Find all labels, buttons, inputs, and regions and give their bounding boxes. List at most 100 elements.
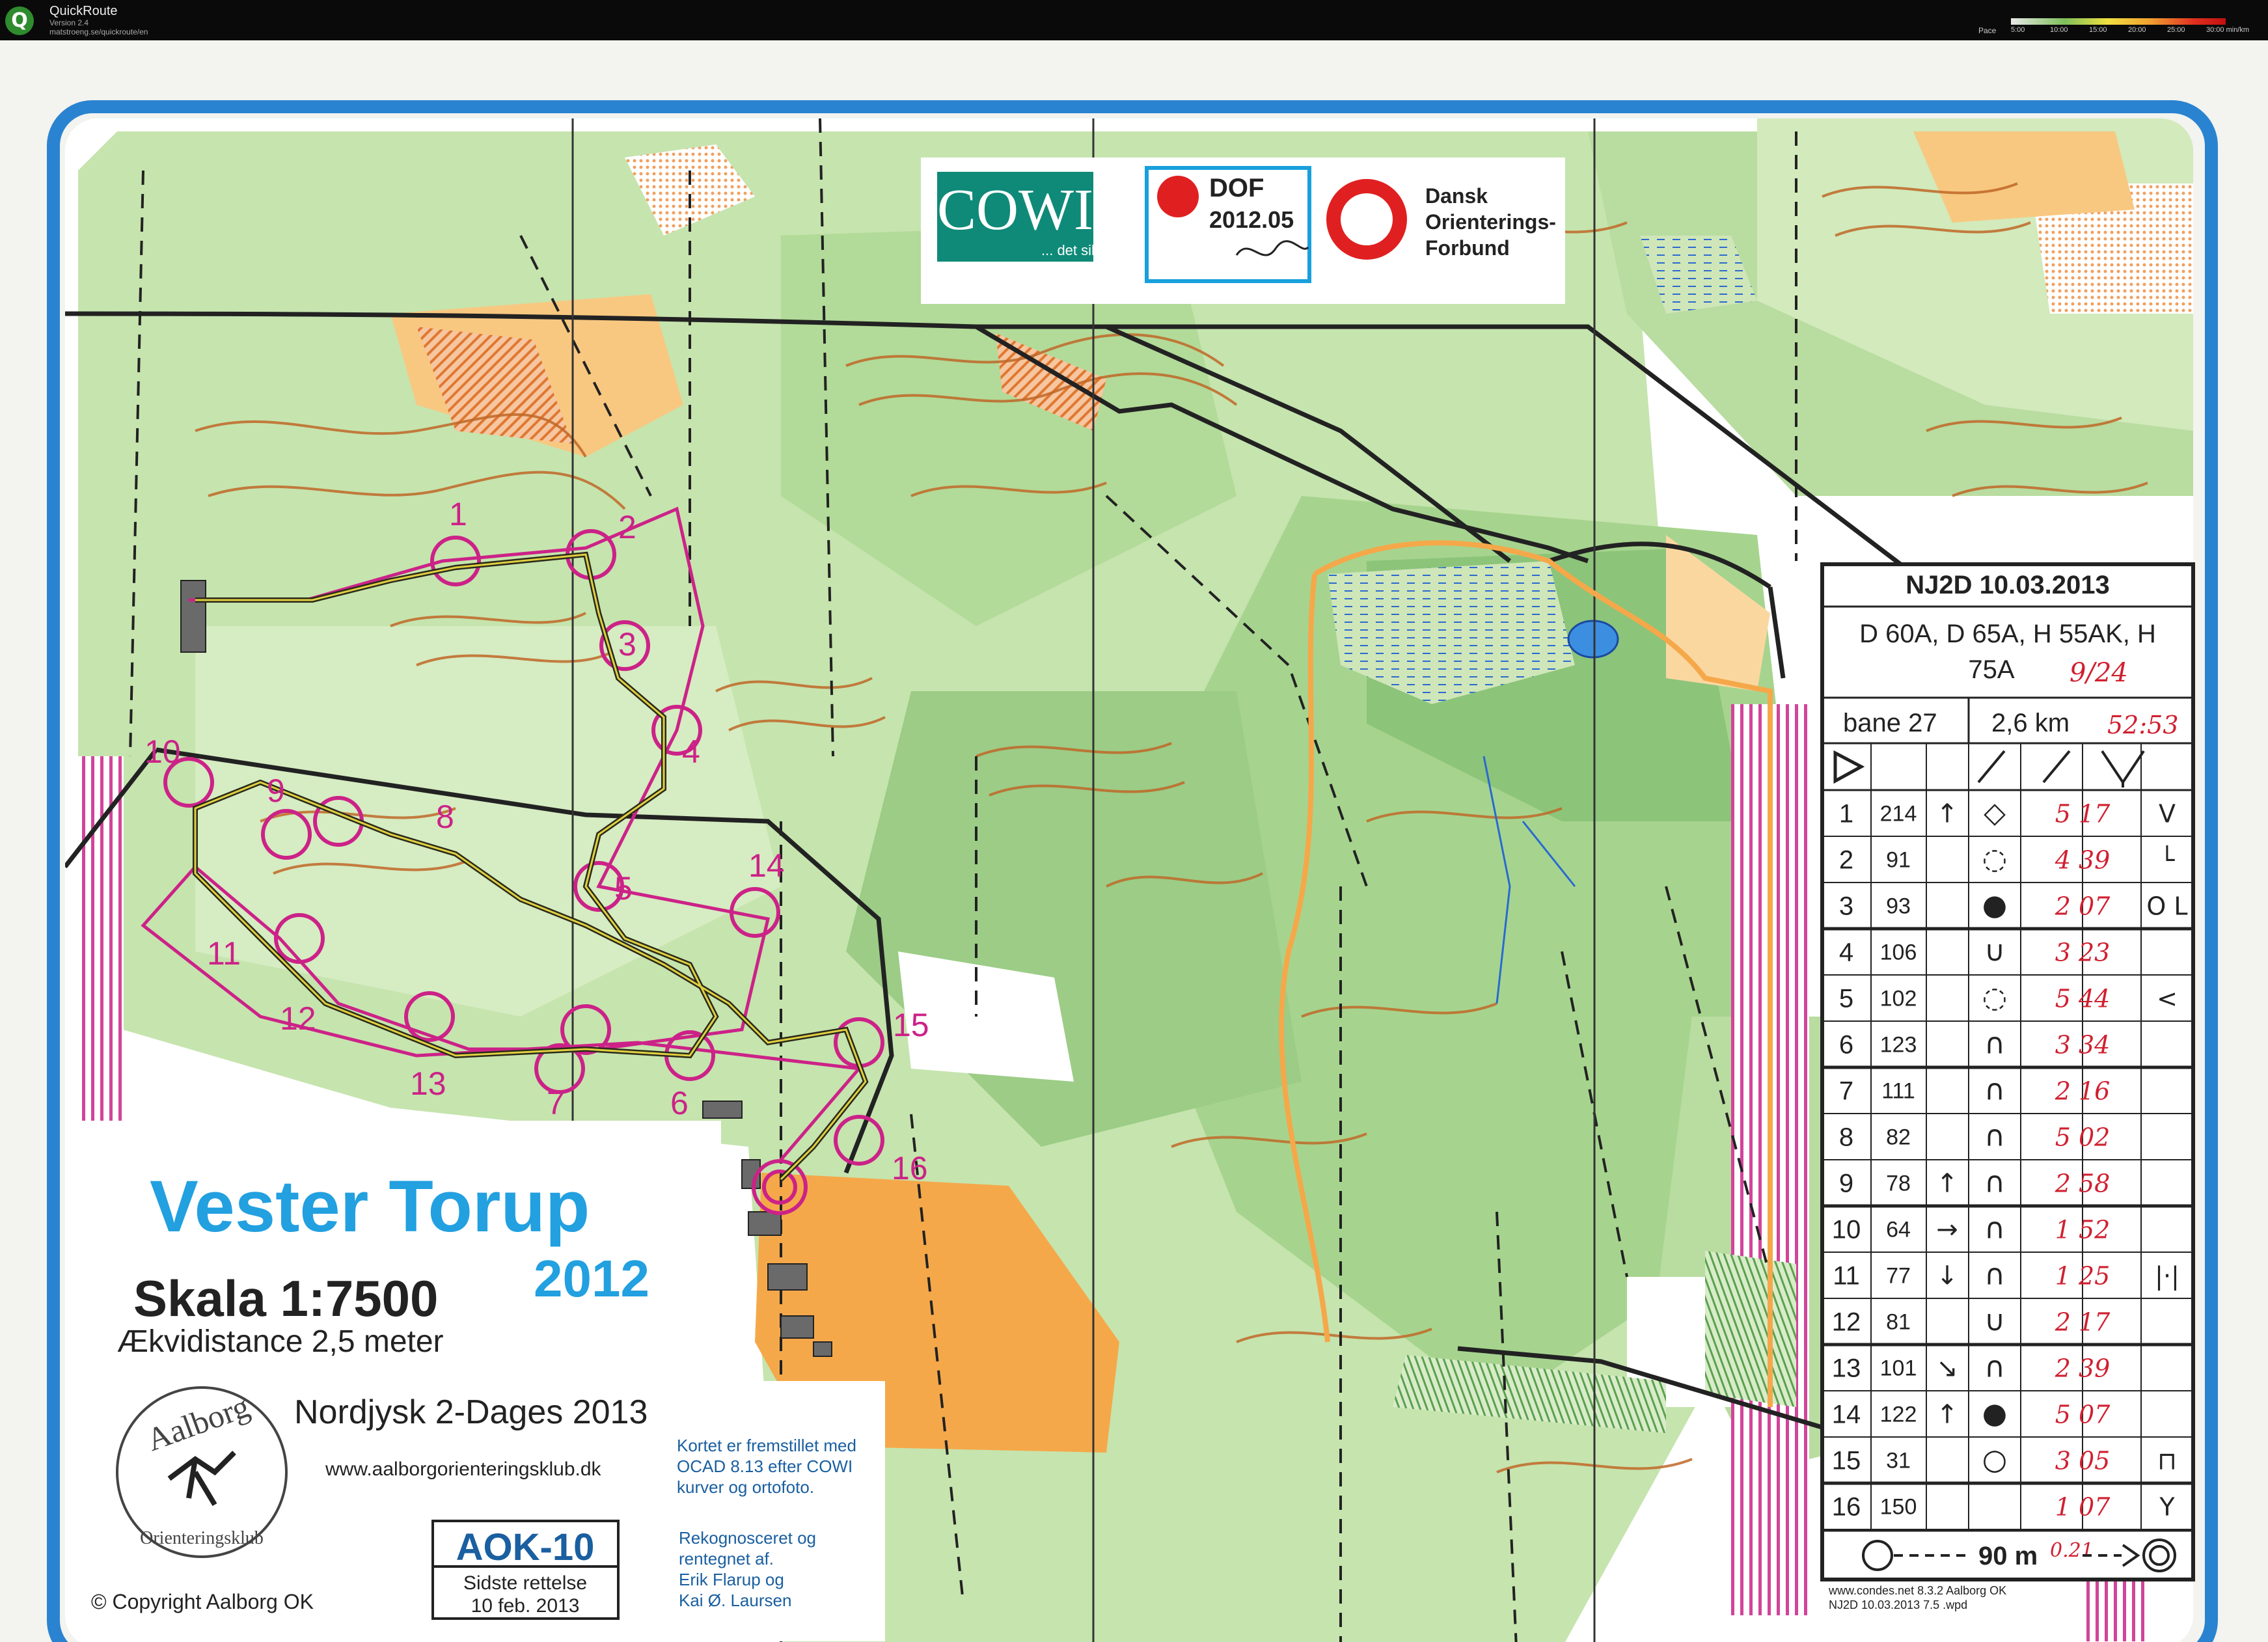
dof-label-2: 2012.05: [1209, 206, 1294, 233]
app-version: Version 2.4: [49, 18, 89, 27]
control-number-cell: 1: [1839, 800, 1853, 828]
map-year: 2012: [534, 1250, 649, 1307]
control-number: 6: [670, 1085, 689, 1121]
app-titlebar: Q QuickRoute Version 2.4 matstroeng.se/q…: [0, 0, 2268, 40]
control-number: 13: [410, 1065, 446, 1102]
feature-symbol-cell: ∩: [1984, 1259, 2005, 1292]
feature-symbol-cell: ∩: [1984, 1212, 2005, 1246]
event-name: Nordjysk 2-Dages 2013: [294, 1393, 648, 1431]
production-note: OCAD 8.13 efter COWI: [677, 1457, 853, 1476]
control-code-cell: 122: [1880, 1403, 1917, 1427]
direction-cell: ↓: [1936, 1261, 1958, 1291]
pace-label: Pace: [1978, 26, 1997, 35]
control-number: 8: [436, 799, 454, 835]
sheet-event: NJ2D 10.03.2013: [1906, 571, 2110, 599]
print-info-1: www.condes.net 8.3.2 Aalborg OK: [1828, 1584, 2006, 1597]
handwritten-split-cell: 2 16: [2055, 1077, 2111, 1106]
sheet-length: 2,6 km: [1991, 709, 2070, 737]
control-number-cell: 5: [1839, 985, 1853, 1013]
feature-symbol-cell: ●: [1982, 1397, 2007, 1430]
control-number-cell: 11: [1833, 1262, 1860, 1291]
control-code-cell: 78: [1886, 1171, 1911, 1196]
handwritten-split-cell: 5 17: [2055, 800, 2111, 828]
dof-label-1: DOF: [1209, 174, 1264, 202]
club-url[interactable]: www.aalborgorienteringsklub.dk: [325, 1458, 602, 1480]
handwritten-total-time: 52:53: [2107, 711, 2179, 739]
contour-interval: Ækvidistance 2,5 meter: [117, 1324, 444, 1359]
extra-symbol-cell: V: [2159, 800, 2176, 828]
map-title: Vester Torup: [150, 1166, 590, 1247]
direction-cell: →: [1936, 1215, 1958, 1245]
control-number-cell: 16: [1832, 1493, 1861, 1522]
cowi-tagline: ... det sikre kort: [1041, 242, 1139, 258]
control-number: 9: [267, 773, 285, 809]
extra-symbol-cell: O L: [2146, 892, 2187, 921]
handwritten-split-cell: 2 58: [2055, 1170, 2111, 1198]
control-number: 12: [280, 1000, 316, 1037]
extra-symbol-cell: |·|: [2155, 1262, 2179, 1291]
control-number: 10: [144, 733, 181, 770]
cowi-logo-text: COWI: [937, 178, 1093, 242]
control-number: 15: [893, 1007, 929, 1043]
feature-symbol-cell: ∩: [1984, 1351, 2005, 1384]
handwritten-split-cell: 2 07: [2055, 892, 2111, 921]
sheet-classes-1: D 60A, D 65A, H 55AK, H: [1859, 620, 2156, 648]
handwritten-split-cell: 3 34: [2055, 1031, 2111, 1060]
survey-note: rentegnet af.: [679, 1549, 774, 1568]
control-number-cell: 15: [1832, 1447, 1861, 1475]
pace-tick: 20:00: [2128, 26, 2146, 34]
production-note: Kortet er fremstillet med: [677, 1436, 856, 1455]
survey-note: Rekognosceret og: [679, 1528, 816, 1548]
federation-name-1: Dansk: [1425, 184, 1488, 208]
control-number-cell: 2: [1839, 846, 1853, 875]
control-code-cell: 150: [1880, 1495, 1917, 1520]
control-code-cell: 91: [1886, 848, 1911, 873]
feature-symbol-cell: ∩: [1984, 1120, 2005, 1153]
direction-cell: ↑: [1936, 1400, 1958, 1430]
control-code-cell: 123: [1880, 1033, 1917, 1058]
extra-symbol-cell: Y: [2159, 1493, 2175, 1522]
direction-cell: ↑: [1936, 799, 1958, 829]
feature-symbol-cell: ◌: [1982, 981, 2007, 1015]
direction-cell: ↑: [1936, 1169, 1958, 1199]
sheet-classes-2: 75A: [1968, 655, 2014, 684]
extra-symbol-cell: <: [2157, 985, 2178, 1013]
app-url[interactable]: matstroeng.se/quickroute/en: [49, 27, 148, 36]
control-number-cell: 4: [1839, 938, 1853, 967]
feature-symbol-cell: ●: [1982, 889, 2007, 922]
feature-symbol-cell: ○: [1982, 1444, 2007, 1477]
sponsor-area: COWI ... det sikre kort DOF 2012.05 Dans…: [921, 157, 1565, 304]
feature-symbol-cell: ∩: [1984, 1166, 2005, 1199]
control-number-cell: 14: [1832, 1401, 1861, 1429]
revision-label: Sidste rettelse: [463, 1572, 587, 1594]
control-code-cell: 93: [1886, 894, 1911, 919]
pace-tick: 5:00: [2011, 26, 2025, 34]
federation-name-3: Forbund: [1425, 236, 1510, 260]
extra-symbol-cell: └: [2160, 845, 2176, 875]
handwritten-split-cell: 3 23: [2055, 938, 2111, 967]
pace-color-bar: [2011, 18, 2226, 25]
handwritten-split-cell: 4 39: [2055, 846, 2111, 875]
direction-cell: ↘: [1936, 1354, 1958, 1384]
pace-tick: 25:00: [2167, 26, 2185, 34]
control-code-cell: 77: [1886, 1264, 1911, 1289]
control-number: 4: [682, 733, 700, 770]
control-number: 2: [618, 509, 636, 545]
control-number: 16: [892, 1150, 928, 1186]
control-description-sheet: NJ2D 10.03.2013 D 60A, D 65A, H 55AK, H …: [1820, 562, 2195, 1581]
control-code-cell: 106: [1880, 940, 1917, 965]
control-code-cell: 31: [1886, 1449, 1911, 1473]
control-code-cell: 111: [1881, 1079, 1915, 1104]
survey-note: Erik Flarup og: [679, 1570, 784, 1589]
control-code-cell: 214: [1880, 802, 1917, 827]
orienteering-map-view[interactable]: COWI ... det sikre kort DOF 2012.05 Dans…: [0, 40, 2268, 1642]
handwritten-split-cell: 2 39: [2055, 1354, 2111, 1383]
pace-legend: Pace 5:00 10:00 15:00 20:00 25:00 30:00 …: [1978, 14, 2265, 36]
survey-note: Kai Ø. Laursen: [679, 1591, 791, 1610]
feature-symbol-cell: ∪: [1984, 1305, 2005, 1338]
map-id: AOK-10: [456, 1526, 595, 1568]
control-code-cell: 101: [1880, 1356, 1917, 1381]
control-code-cell: 64: [1886, 1218, 1911, 1242]
handwritten-split-cell: 5 02: [2055, 1123, 2111, 1152]
control-number: 3: [618, 626, 636, 663]
